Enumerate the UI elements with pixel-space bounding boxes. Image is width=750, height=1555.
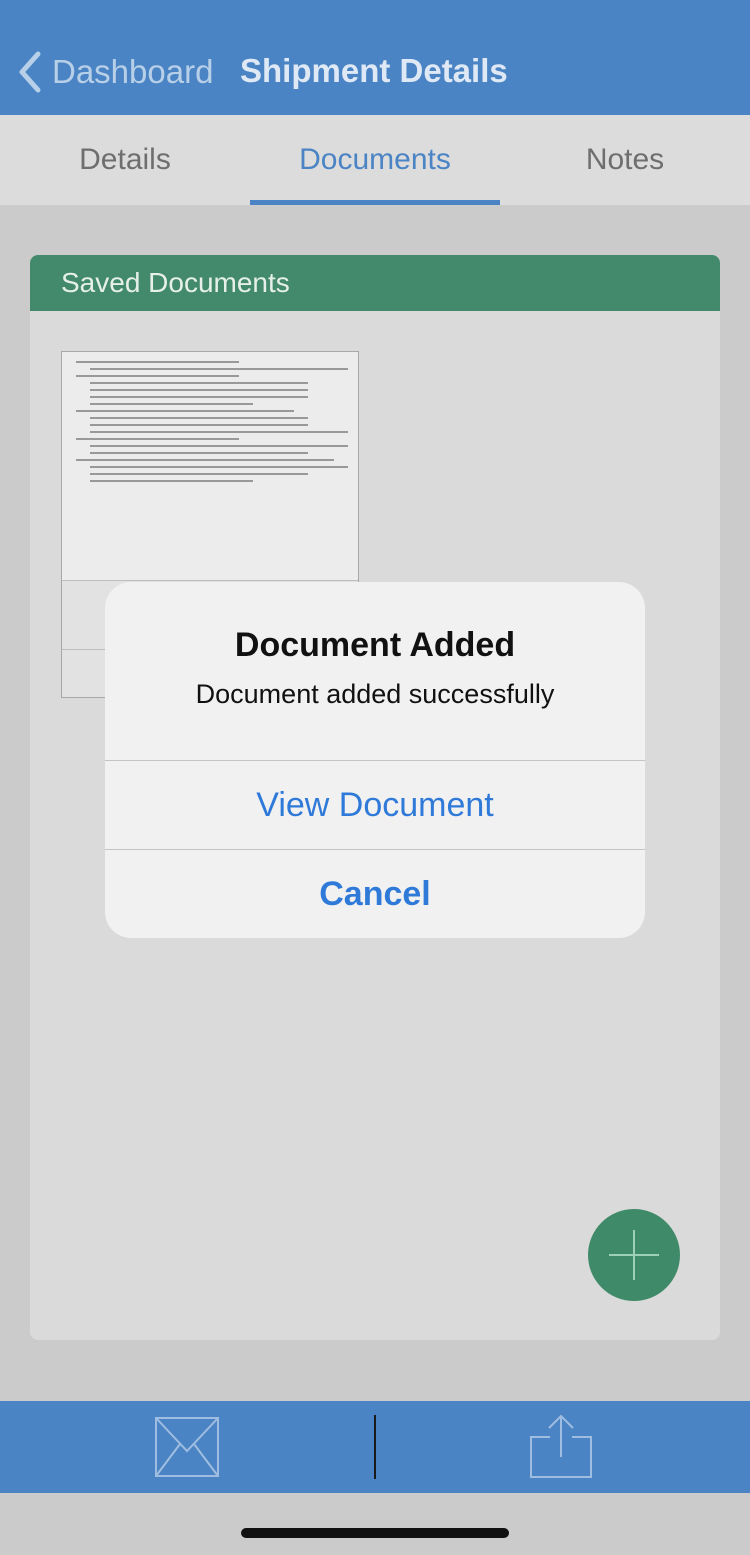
- chevron-left-icon: [19, 51, 41, 93]
- view-document-button[interactable]: View Document: [105, 760, 645, 849]
- toolbar-divider: [374, 1415, 376, 1479]
- alert-title: Document Added: [234, 626, 516, 664]
- add-document-button[interactable]: [588, 1209, 680, 1301]
- envelope-icon[interactable]: [154, 1415, 220, 1481]
- card-header: Saved Documents: [30, 255, 720, 311]
- card-title: Saved Documents: [61, 267, 290, 298]
- tab-documents[interactable]: Documents: [250, 115, 500, 205]
- document-added-alert: Document Added Document added successful…: [105, 582, 645, 938]
- navigation-bar: Dashboard Shipment Details: [0, 0, 750, 115]
- segmented-tabs: Details Documents Notes: [0, 115, 750, 205]
- home-indicator[interactable]: [241, 1528, 509, 1538]
- back-button[interactable]: Dashboard: [16, 48, 213, 96]
- tab-details[interactable]: Details: [0, 115, 250, 205]
- tab-notes[interactable]: Notes: [500, 115, 750, 205]
- document-page-preview: [62, 352, 358, 580]
- cancel-button[interactable]: Cancel: [105, 849, 645, 938]
- bottom-toolbar: [0, 1401, 750, 1493]
- alert-message: Document added successfully: [195, 679, 555, 709]
- share-icon[interactable]: [528, 1413, 594, 1479]
- back-button-label: Dashboard: [52, 53, 214, 90]
- page-title: Shipment Details: [240, 52, 508, 89]
